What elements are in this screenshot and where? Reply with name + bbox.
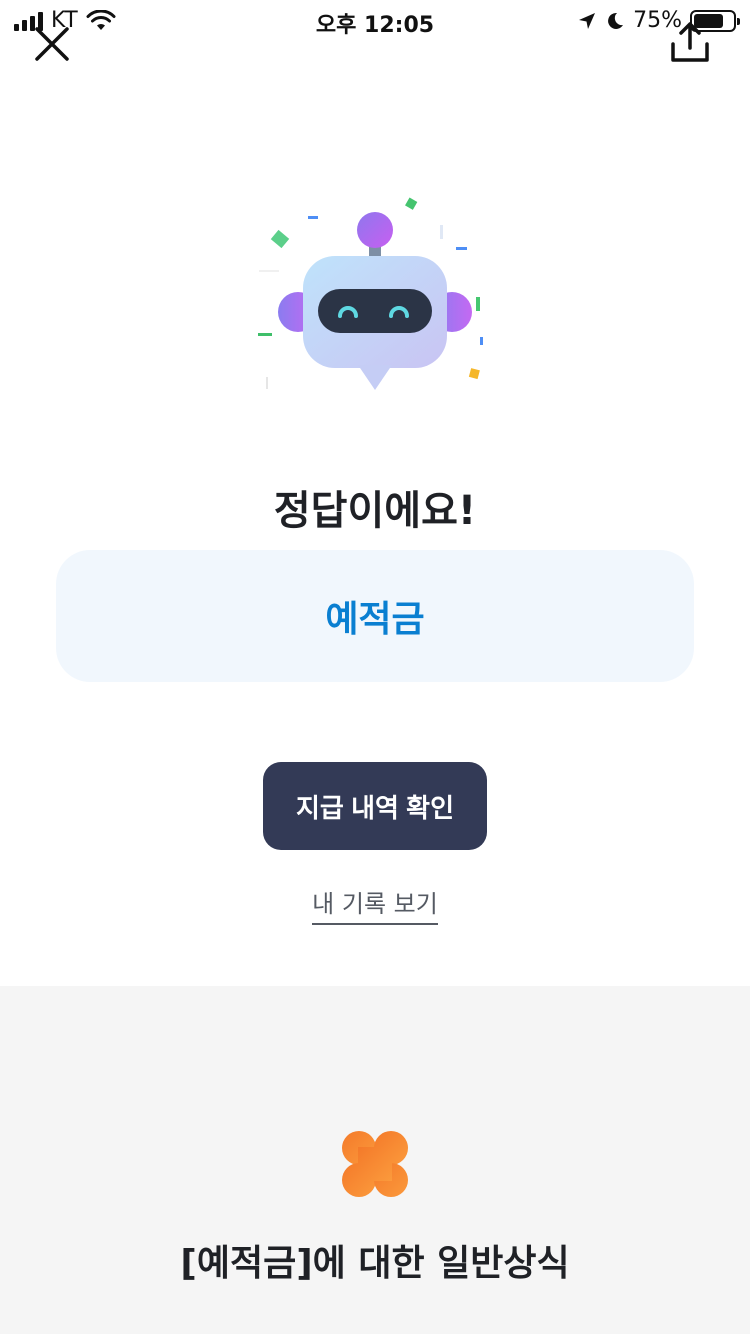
clover-icon [342,1131,408,1197]
check-payment-history-label: 지급 내역 확인 [296,792,454,823]
status-bar: KT 오후 12:05 75% [0,0,750,40]
section-title: [예적금]에 대한 일반상식 [180,1243,570,1284]
share-upload-icon[interactable] [670,20,710,64]
close-icon[interactable] [32,24,72,64]
status-right: 75% [577,8,740,33]
general-knowledge-section: [예적금]에 대한 일반상식 [0,986,750,1334]
result-title: 정답이에요! [273,488,477,534]
moon-icon [608,12,624,29]
robot-mascot-illustration [258,197,483,390]
my-records-link-container: 내 기록 보기 [0,884,750,925]
answer-card: 예적금 [56,550,694,682]
answer-text: 예적금 [325,599,425,640]
check-payment-history-button[interactable]: 지급 내역 확인 [263,762,487,850]
location-arrow-icon [579,12,596,29]
my-records-link[interactable]: 내 기록 보기 [312,884,438,925]
